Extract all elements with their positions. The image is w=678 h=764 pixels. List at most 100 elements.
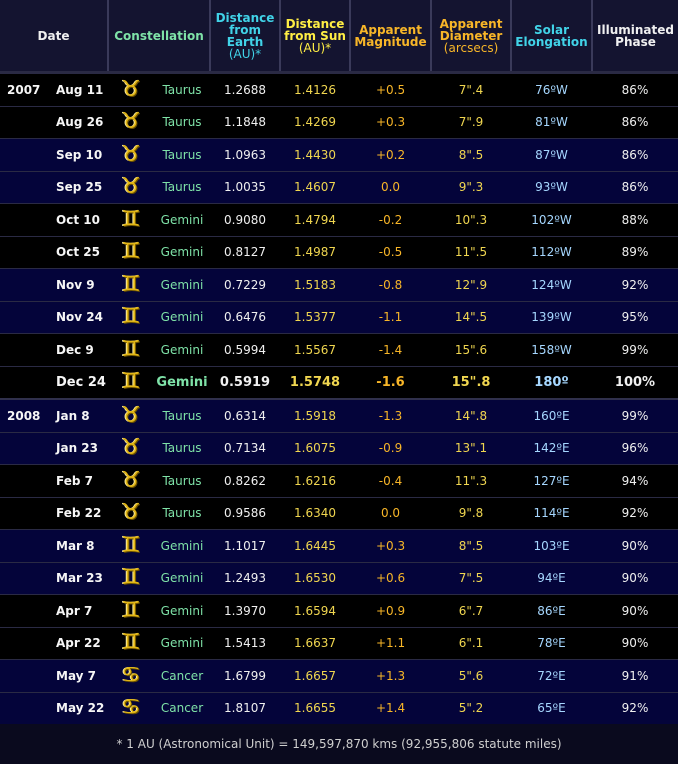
table-row: Sep 25 ♉ Taurus 1.0035 1.4607 0.0 9".3 93ºW 86% xyxy=(0,170,678,204)
constellation-cell: Gemini xyxy=(154,594,211,627)
magnitude-cell: -0.2 xyxy=(350,203,432,236)
diameter-cell: 7".9 xyxy=(431,105,512,139)
phase-cell: 99% xyxy=(592,398,678,432)
year-cell xyxy=(0,170,48,204)
date-cell: May 7 xyxy=(48,659,108,692)
table-row: Nov 24 ♊ Gemini 0.6476 1.5377 -1.1 14".5 139ºW 9… xyxy=(0,300,678,334)
distance-sun-cell: 1.6657 xyxy=(280,659,351,692)
constellation-cell: Taurus xyxy=(154,105,211,139)
gemini-icon: ♊ xyxy=(121,336,141,362)
elongation-cell: 103ºE xyxy=(511,529,593,562)
constellation-cell: Cancer xyxy=(154,691,211,724)
sym-cell: ♋ xyxy=(108,691,154,724)
date-cell: Mar 8 xyxy=(48,529,108,562)
diameter-cell: 6".7 xyxy=(431,594,512,627)
sym-cell: ♉ xyxy=(108,138,154,171)
date-cell: Jan 8 xyxy=(48,398,108,432)
date-cell: Dec 9 xyxy=(48,333,108,366)
distance-sun-cell: 1.6637 xyxy=(280,626,351,660)
distance-sun-cell: 1.4607 xyxy=(280,170,351,204)
constellation-cell: Taurus xyxy=(154,398,211,432)
magnitude-cell: +0.9 xyxy=(350,594,432,627)
date-cell: Apr 7 xyxy=(48,594,108,627)
distance-sun-cell: 1.4269 xyxy=(280,105,351,139)
table-row: Jan 23 ♉ Taurus 0.7134 1.6075 -0.9 13".1 142ºE 9… xyxy=(0,431,678,465)
constellation-cell: Gemini xyxy=(154,300,211,334)
table-row: Mar 8 ♊ Gemini 1.1017 1.6445 +0.3 8".5 103ºE 90% xyxy=(0,529,678,562)
elongation-cell: 81ºW xyxy=(511,105,593,139)
sym-cell: ♊ xyxy=(108,529,154,562)
distance-sun-cell: 1.5748 xyxy=(280,365,351,399)
constellation-cell: Taurus xyxy=(154,138,211,171)
year-cell xyxy=(0,659,48,692)
sym-cell: ♊ xyxy=(108,626,154,660)
elongation-cell: 124ºW xyxy=(511,268,593,301)
header-distance-earth-unit: (AU)* xyxy=(228,46,262,61)
date-cell: Nov 9 xyxy=(48,268,108,301)
constellation-cell: Gemini xyxy=(154,365,211,399)
table-row: 2007 Aug 11 ♉ Taurus 1.2688 1.4126 +0.5 7".4 76º… xyxy=(0,71,678,106)
year-cell xyxy=(0,691,48,724)
header-diameter: Apparent Diameter (arcsecs) xyxy=(431,0,513,73)
magnitude-cell: -1.4 xyxy=(350,333,432,366)
elongation-cell: 86ºE xyxy=(511,594,593,627)
magnitude-cell: +0.5 xyxy=(350,71,432,106)
year-cell xyxy=(0,626,48,660)
constellation-cell: Taurus xyxy=(154,496,211,530)
diameter-cell: 11".5 xyxy=(431,235,512,269)
year-cell xyxy=(0,496,48,530)
date-cell: Jan 23 xyxy=(48,431,108,465)
constellation-cell: Gemini xyxy=(154,203,211,236)
year-cell xyxy=(0,529,48,562)
elongation-cell: 127ºE xyxy=(511,464,593,497)
magnitude-cell: +0.2 xyxy=(350,138,432,171)
table-row: Oct 10 ♊ Gemini 0.9080 1.4794 -0.2 10".3 102ºW 8… xyxy=(0,203,678,236)
constellation-cell: Cancer xyxy=(154,659,211,692)
sym-cell: ♊ xyxy=(108,300,154,334)
distance-earth-cell: 1.2688 xyxy=(210,71,281,106)
diameter-cell: 13".1 xyxy=(431,431,512,465)
sym-cell: ♊ xyxy=(108,268,154,301)
date-cell: May 22 xyxy=(48,691,108,724)
table-header: Date Constellation Distance from Earth (… xyxy=(0,0,678,73)
year-cell: 2008 xyxy=(0,398,48,432)
header-phase-line2: Phase xyxy=(615,34,656,49)
sym-cell: ♉ xyxy=(108,464,154,497)
diameter-cell: 8".5 xyxy=(431,138,512,171)
elongation-cell: 87ºW xyxy=(511,138,593,171)
constellation-cell: Taurus xyxy=(154,464,211,497)
elongation-cell: 180º xyxy=(511,365,593,399)
date-cell: Nov 24 xyxy=(48,300,108,334)
constellation-cell: Gemini xyxy=(154,529,211,562)
phase-cell: 86% xyxy=(592,71,678,106)
taurus-icon: ♉ xyxy=(121,500,141,526)
elongation-cell: 158ºW xyxy=(511,333,593,366)
magnitude-cell: 0.0 xyxy=(350,496,432,530)
header-distance-sun-unit: (AU)* xyxy=(298,40,332,55)
distance-earth-cell: 0.9080 xyxy=(210,203,281,236)
taurus-icon: ♉ xyxy=(121,402,141,428)
distance-sun-cell: 1.4126 xyxy=(280,71,351,106)
header-date: Date xyxy=(0,0,109,73)
constellation-cell: Gemini xyxy=(154,333,211,366)
distance-earth-cell: 0.7229 xyxy=(210,268,281,301)
distance-earth-cell: 0.5994 xyxy=(210,333,281,366)
taurus-icon: ♉ xyxy=(121,109,141,135)
elongation-cell: 78ºE xyxy=(511,626,593,660)
year-cell xyxy=(0,365,48,399)
diameter-cell: 14".8 xyxy=(431,398,512,432)
phase-cell: 91% xyxy=(592,659,678,692)
table-row: Sep 10 ♉ Taurus 1.0963 1.4430 +0.2 8".5 87ºW 86% xyxy=(0,138,678,171)
gemini-icon: ♊ xyxy=(121,532,141,558)
diameter-cell: 5".2 xyxy=(431,691,512,724)
diameter-cell: 8".5 xyxy=(431,529,512,562)
constellation-cell: Taurus xyxy=(154,431,211,465)
gemini-icon: ♊ xyxy=(121,304,141,330)
table-row: Dec 24 ♊ Gemini 0.5919 1.5748 -1.6 15".8 180º 10… xyxy=(0,365,678,399)
gemini-icon: ♊ xyxy=(121,206,141,232)
header-constellation-label: Constellation xyxy=(114,28,204,43)
distance-sun-cell: 1.4430 xyxy=(280,138,351,171)
constellation-cell: Gemini xyxy=(154,235,211,269)
header-elongation: Solar Elongation xyxy=(511,0,594,73)
phase-cell: 95% xyxy=(592,300,678,334)
